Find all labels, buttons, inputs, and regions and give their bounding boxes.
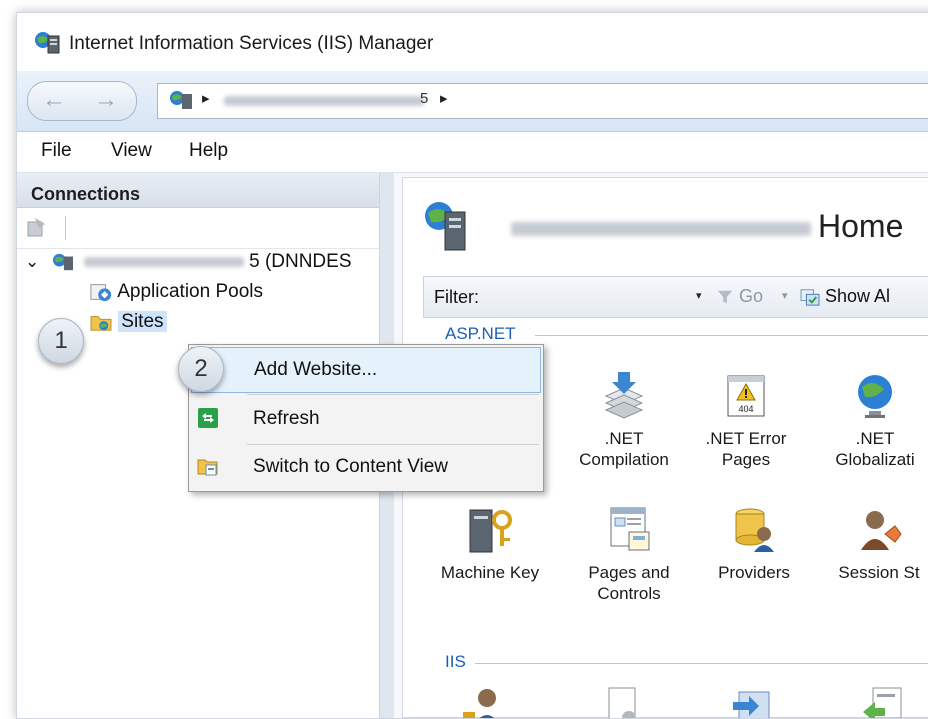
funnel-icon xyxy=(717,290,733,304)
filter-label: Filter: xyxy=(434,287,479,307)
breadcrumb-chevron-icon[interactable]: ▸ xyxy=(440,89,448,107)
context-menu-add-website[interactable]: Add Website... xyxy=(191,347,541,393)
feature-pages-and-controls[interactable]: Pages and Controls xyxy=(571,504,687,604)
group-divider xyxy=(535,335,928,336)
show-all-button[interactable]: Show Al xyxy=(800,286,890,307)
machine-key-icon xyxy=(469,509,512,553)
authentication-icon[interactable] xyxy=(459,686,505,719)
context-menu: Add Website... Refresh Switch to Content… xyxy=(188,344,544,492)
redacted-server-name xyxy=(511,222,811,236)
menu-separator xyxy=(247,394,539,395)
content-view-icon xyxy=(197,459,218,476)
expand-chevron-icon[interactable]: ⌄ xyxy=(25,252,39,271)
context-menu-refresh[interactable]: Refresh xyxy=(191,397,541,441)
go-button[interactable]: Go xyxy=(716,286,763,307)
tree-node-sites[interactable]: Sites xyxy=(89,311,167,337)
feature-label: Pages xyxy=(721,450,771,469)
context-menu-switch-to-content-view[interactable]: Switch to Content View xyxy=(191,445,541,489)
feature-label: .NET Error xyxy=(705,429,787,448)
address-field[interactable]: ▸ 5 ▸ xyxy=(157,83,928,119)
go-label: Go xyxy=(739,286,764,306)
feature-label: Globalizati xyxy=(835,450,915,469)
session-state-icon xyxy=(861,511,902,550)
application-pools-icon xyxy=(90,284,112,302)
group-divider xyxy=(475,663,928,664)
back-arrow-icon[interactable]: ← xyxy=(42,86,66,114)
feature-label: Compilation xyxy=(579,450,669,469)
feature-label: Controls xyxy=(597,584,661,603)
home-title: Home xyxy=(818,208,904,244)
document-icon[interactable] xyxy=(603,686,643,719)
application-pools-label: Application Pools xyxy=(117,281,263,303)
tree-node-server[interactable]: ⌄ 5 (DNNDES xyxy=(25,251,352,277)
toolbar-separator xyxy=(65,216,66,240)
filter-bar: Filter: ▾ Go ▾ Show Al xyxy=(423,276,928,318)
redirect-icon[interactable] xyxy=(731,686,775,719)
compilation-icon xyxy=(604,372,644,419)
breadcrumb-chevron-icon[interactable]: ▸ xyxy=(202,89,210,107)
server-name-fragment: 5 xyxy=(420,90,429,107)
server-icon xyxy=(52,253,73,271)
tree-node-application-pools[interactable]: Application Pools xyxy=(89,281,263,307)
refresh-label: Refresh xyxy=(253,408,320,429)
go-dropdown-icon[interactable]: ▾ xyxy=(782,289,788,302)
server-icon xyxy=(170,91,192,109)
add-website-label: Add Website... xyxy=(254,359,378,380)
address-bar: ← → ▸ 5 ▸ xyxy=(17,71,928,132)
providers-icon xyxy=(735,508,774,552)
redacted-server-name xyxy=(83,256,244,267)
feature-label: Session St xyxy=(838,563,920,582)
connections-toolbar xyxy=(17,208,379,249)
group-heading-aspnet: ASP.NET xyxy=(445,324,516,343)
title-bar: Internet Information Services (IIS) Mana… xyxy=(17,13,928,71)
step-callout-2: 2 xyxy=(178,346,224,392)
feature-providers[interactable]: Providers xyxy=(699,504,809,583)
iis-app-icon xyxy=(35,32,60,54)
redacted-server-name xyxy=(224,96,424,106)
feature-label: Pages and xyxy=(588,563,670,582)
forward-arrow-icon[interactable]: → xyxy=(94,86,118,114)
feature-net-compilation[interactable]: .NET Compilation xyxy=(565,370,683,470)
show-all-label: Show Al xyxy=(825,286,891,306)
feature-label: Machine Key xyxy=(440,563,540,582)
nav-buttons: ← → xyxy=(27,81,137,121)
show-all-icon xyxy=(800,289,820,306)
sites-folder-icon xyxy=(90,316,112,331)
feature-label: .NET xyxy=(604,429,644,448)
feature-net-error-pages[interactable]: 404 .NET Error Pages xyxy=(695,370,797,470)
server-home-icon xyxy=(425,202,466,251)
window-title: Internet Information Services (IIS) Mana… xyxy=(69,33,434,54)
menu-file[interactable]: File xyxy=(41,140,72,162)
error-pages-icon: 404 xyxy=(727,375,765,417)
feature-net-globalization[interactable]: .NET Globalizati xyxy=(815,370,928,470)
feature-machine-key[interactable]: Machine Key xyxy=(425,504,555,583)
feature-label: .NET xyxy=(855,429,895,448)
switch-content-view-label: Switch to Content View xyxy=(253,456,449,477)
menu-view[interactable]: View xyxy=(111,140,152,162)
filter-input[interactable] xyxy=(496,283,698,311)
server-node-label: 5 (DNNDES xyxy=(249,251,352,272)
error-404-text: 404 xyxy=(738,404,753,414)
connections-title: Connections xyxy=(31,184,141,204)
menu-bar: File View Help xyxy=(17,132,928,173)
refresh-icon xyxy=(198,408,218,428)
handler-mappings-icon[interactable] xyxy=(861,686,905,719)
pages-controls-icon xyxy=(610,507,650,551)
sites-label: Sites xyxy=(118,311,167,332)
filter-dropdown-icon[interactable]: ▾ xyxy=(696,289,702,302)
feature-session-state[interactable]: Session St xyxy=(819,504,928,583)
globalization-icon xyxy=(858,375,892,418)
menu-help[interactable]: Help xyxy=(189,140,228,162)
group-heading-iis: IIS xyxy=(445,652,466,671)
step-callout-1: 1 xyxy=(38,318,84,364)
feature-label: Providers xyxy=(718,563,790,582)
connections-header: Connections xyxy=(17,173,379,208)
connect-icon[interactable] xyxy=(25,214,51,240)
